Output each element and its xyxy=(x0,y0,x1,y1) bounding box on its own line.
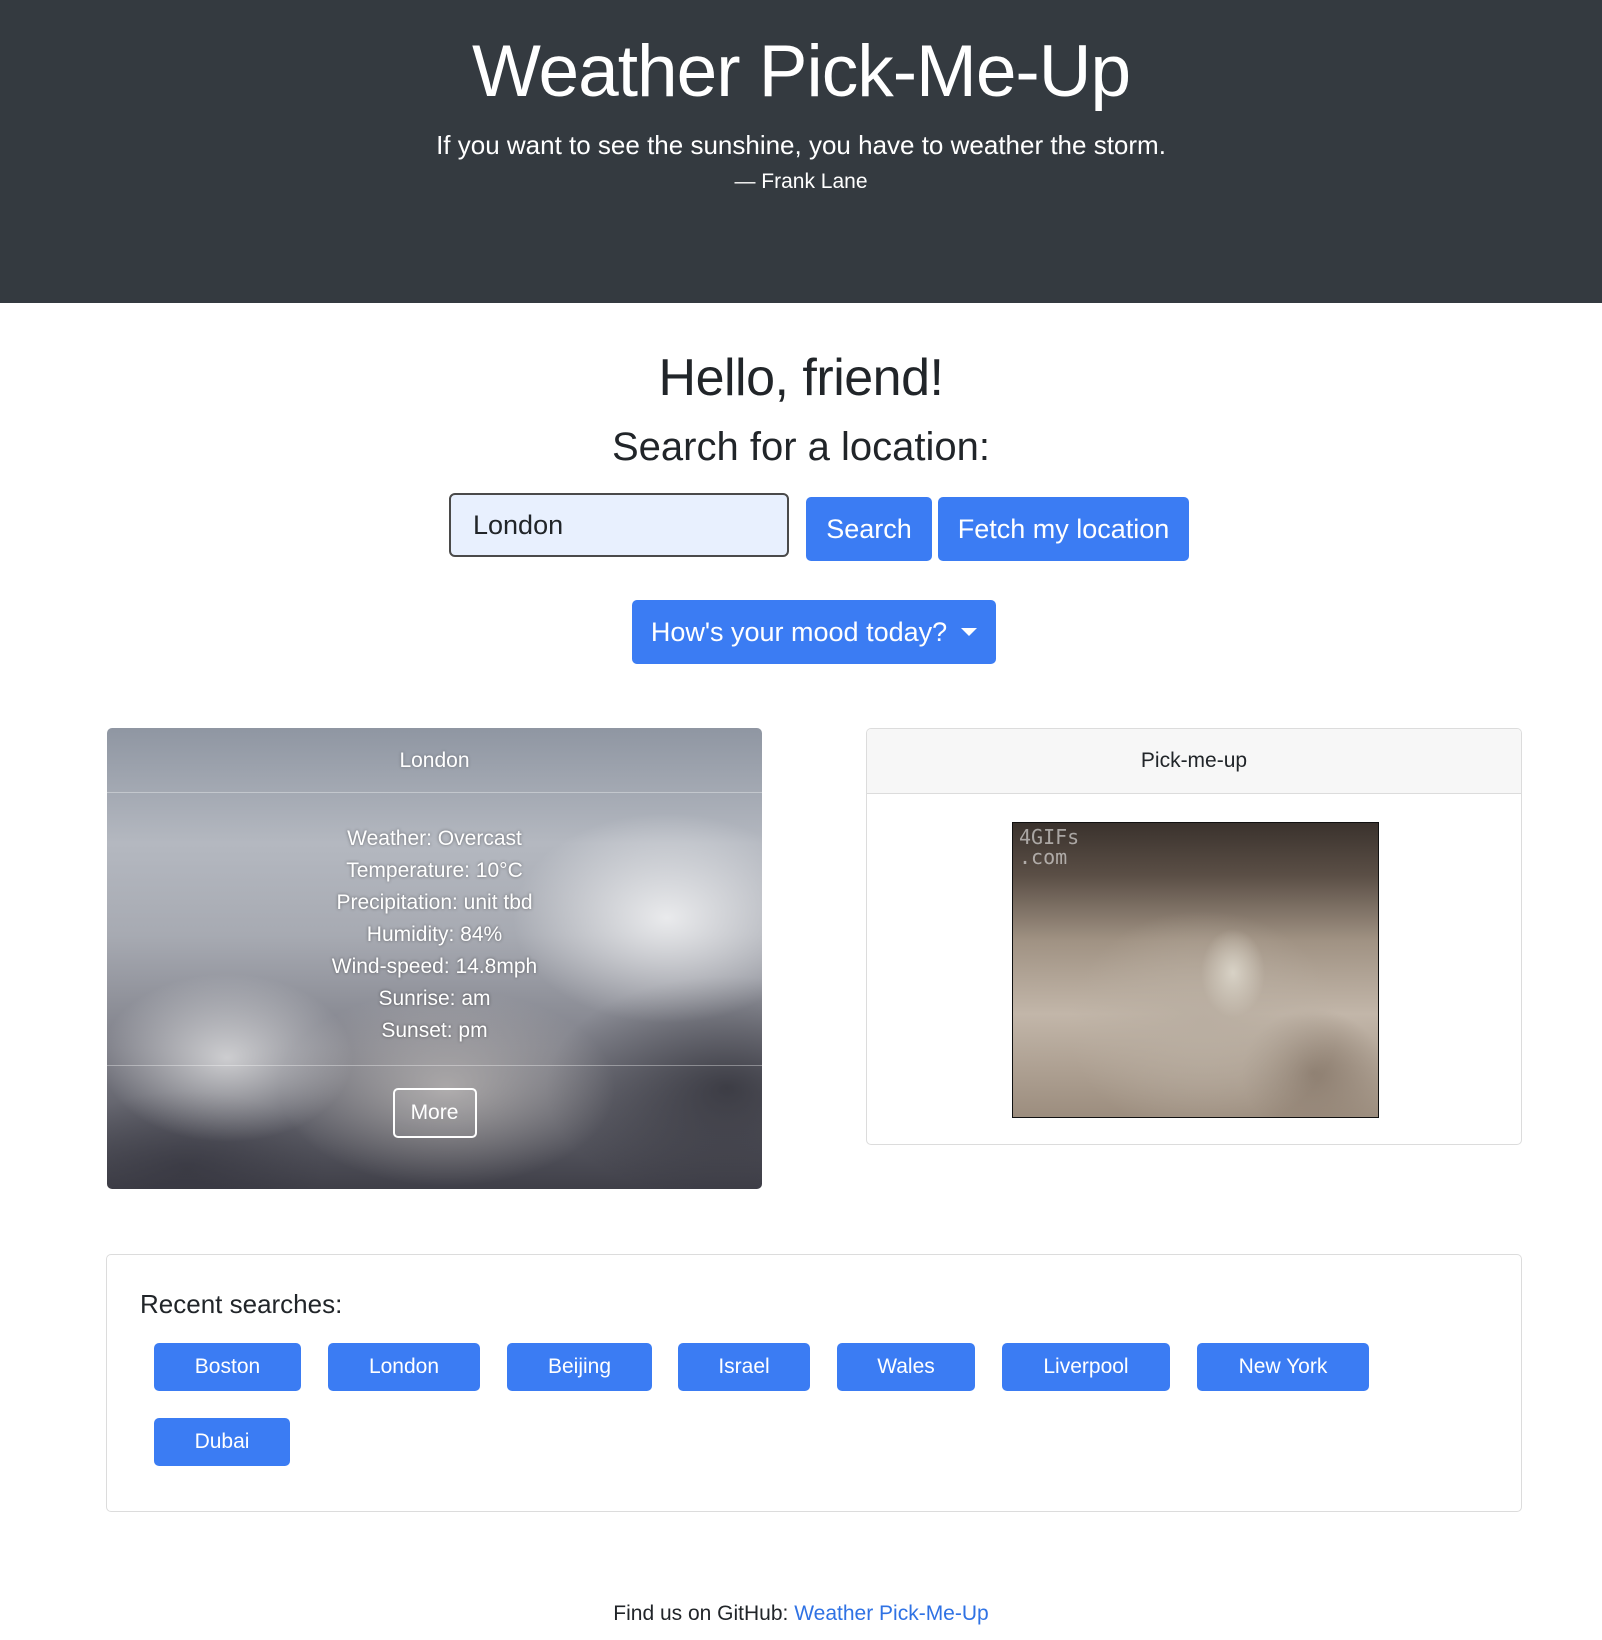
weather-details: Weather: Overcast Temperature: 10°C Prec… xyxy=(107,793,762,1066)
weather-card-location: London xyxy=(107,728,762,793)
owl-gif-image: 4GIFs .com xyxy=(1012,822,1379,1118)
recent-city-button[interactable]: Israel xyxy=(678,1343,810,1391)
mood-dropdown-button[interactable]: How's your mood today? xyxy=(632,600,996,664)
greeting-heading: Hello, friend! xyxy=(658,349,944,407)
weather-humidity: Humidity: 84% xyxy=(366,923,503,946)
gif-watermark: 4GIFs .com xyxy=(1019,825,1080,869)
recent-city-button[interactable]: New York xyxy=(1197,1343,1369,1391)
recent-city-button[interactable]: Liverpool xyxy=(1002,1343,1170,1391)
footer-text: Find us on GitHub: xyxy=(613,1602,795,1625)
weather-card: London Weather: Overcast Temperature: 10… xyxy=(107,728,762,1189)
github-link[interactable]: Weather Pick-Me-Up xyxy=(794,1602,989,1625)
pick-me-up-card: Pick-me-up 4GIFs .com xyxy=(866,728,1522,1145)
search-heading: Search for a location: xyxy=(612,425,990,469)
weather-wind-speed: Wind-speed: 14.8mph xyxy=(331,955,538,978)
recent-searches-card: Recent searches: Boston London Beijing I… xyxy=(106,1254,1522,1512)
fetch-location-button[interactable]: Fetch my location xyxy=(938,497,1189,561)
recent-city-button[interactable]: Wales xyxy=(837,1343,975,1391)
mood-dropdown-label: How's your mood today? xyxy=(650,616,948,647)
recent-searches-title: Recent searches: xyxy=(140,1289,343,1319)
app-title: Weather Pick-Me-Up xyxy=(471,31,1131,112)
weather-card-footer: More xyxy=(107,1066,762,1138)
weather-condition: Weather: Overcast xyxy=(347,827,522,850)
recent-city-button[interactable]: Dubai xyxy=(154,1418,290,1466)
hero-banner: Weather Pick-Me-Up If you want to see th… xyxy=(0,0,1602,303)
weather-sunrise: Sunrise: am xyxy=(378,987,491,1010)
caret-down-icon xyxy=(961,628,978,636)
recent-city-button[interactable]: Beijing xyxy=(507,1343,652,1391)
recent-city-button[interactable]: Boston xyxy=(154,1343,301,1391)
recent-city-button[interactable]: London xyxy=(328,1343,480,1391)
location-search-input[interactable] xyxy=(449,493,789,557)
weather-sunset: Sunset: pm xyxy=(381,1019,488,1042)
pick-me-up-title: Pick-me-up xyxy=(867,729,1521,794)
more-button[interactable]: More xyxy=(392,1088,477,1138)
hero-quote: If you want to see the sunshine, you hav… xyxy=(436,130,1166,160)
search-button[interactable]: Search xyxy=(806,497,932,561)
weather-precipitation: Precipitation: unit tbd xyxy=(336,891,533,914)
page-footer: Find us on GitHub: Weather Pick-Me-Up xyxy=(0,1600,1602,1628)
quote-author: — Frank Lane xyxy=(734,170,868,193)
weather-temperature: Temperature: 10°C xyxy=(346,859,523,882)
